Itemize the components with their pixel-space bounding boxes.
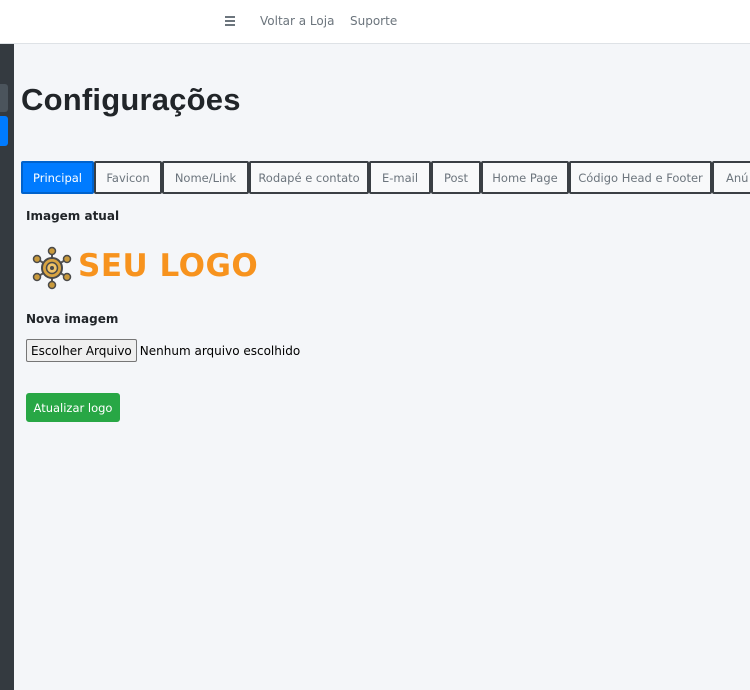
brand-area: [14, 0, 206, 44]
tab-rodape-contato[interactable]: Rodapé e contato: [249, 161, 369, 194]
sidebar-item[interactable]: [0, 84, 8, 112]
logo-text: SEU LOGO: [78, 248, 259, 284]
tab-email[interactable]: E-mail: [369, 161, 431, 194]
current-image-label: Imagem atual: [26, 209, 120, 223]
choose-file-button[interactable]: Escolher Arquivo: [26, 339, 137, 362]
tab-favicon[interactable]: Favicon: [94, 161, 162, 194]
settings-tabs: Principal Favicon Nome/Link Rodapé e con…: [21, 161, 750, 194]
top-navbar: Voltar a Loja Suporte: [206, 0, 750, 44]
update-logo-button[interactable]: Atualizar logo: [26, 393, 120, 422]
nav-link-voltar-loja[interactable]: Voltar a Loja: [260, 14, 334, 28]
sidebar-item-active[interactable]: [0, 116, 8, 146]
file-status-text: Nenhum arquivo escolhido: [139, 343, 301, 358]
tab-principal[interactable]: Principal: [21, 161, 94, 194]
nav-link-suporte[interactable]: Suporte: [350, 14, 397, 28]
current-logo-image: SEU LOGO: [30, 246, 260, 290]
sidebar: [0, 0, 14, 690]
tab-home-page[interactable]: Home Page: [481, 161, 569, 194]
tab-anuncios[interactable]: Anú: [712, 161, 750, 194]
tab-nome-link[interactable]: Nome/Link: [162, 161, 249, 194]
hamburger-icon[interactable]: [224, 12, 238, 32]
file-input: Escolher Arquivo Nenhum arquivo escolhid…: [26, 339, 300, 362]
sidebar-brand: [0, 0, 14, 44]
page-title: Configurações: [21, 82, 241, 117]
new-image-label: Nova imagem: [26, 312, 119, 326]
tab-post[interactable]: Post: [431, 161, 481, 194]
logo-network-icon: [32, 246, 72, 290]
tab-codigo-head-footer[interactable]: Código Head e Footer: [569, 161, 712, 194]
